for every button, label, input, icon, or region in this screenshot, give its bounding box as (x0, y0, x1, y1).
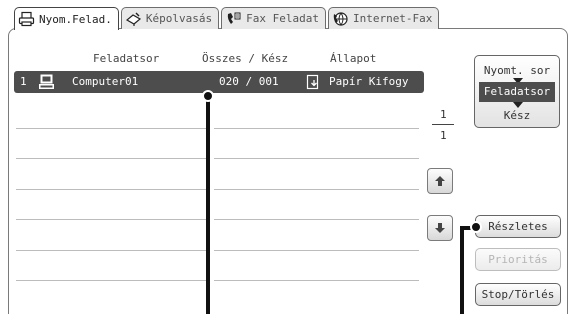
column-header-job-queue: Feladatsor (93, 52, 160, 65)
mode-job-queue-selected: Feladatsor (479, 82, 555, 102)
row-divider (16, 128, 206, 129)
job-index: 1 (20, 75, 27, 88)
computer-icon (38, 74, 56, 93)
tab-fax[interactable]: Fax Feladat (221, 7, 326, 29)
tab-label: Nyom.Felad. (39, 12, 112, 26)
page-total: 1 (440, 129, 447, 142)
scroll-up-button[interactable] (427, 168, 453, 194)
priority-button[interactable]: Prioritás (475, 248, 561, 271)
page-divider (432, 124, 454, 125)
detail-button[interactable]: Részletes (475, 215, 561, 238)
row-divider (16, 250, 206, 251)
row-divider (214, 158, 419, 159)
scroll-down-button[interactable] (427, 215, 453, 241)
scan-icon (125, 11, 142, 27)
tab-label: Képolvasás (145, 12, 213, 25)
row-divider (16, 189, 206, 190)
row-divider (214, 128, 419, 129)
paper-out-icon (306, 74, 322, 93)
job-name: Computer01 (72, 75, 139, 88)
down-triangle-icon (513, 102, 523, 108)
row-divider (16, 158, 206, 159)
fax-icon (225, 11, 242, 27)
row-divider (214, 189, 419, 190)
arrow-up-icon (434, 172, 446, 191)
mode-print-queue: Nyomt. sor (483, 64, 551, 77)
tab-scan[interactable]: Képolvasás (120, 7, 220, 29)
tab-internet-fax[interactable]: Internet-Fax (327, 7, 440, 29)
job-sets: 020 / 001 (219, 75, 279, 88)
row-divider (16, 280, 206, 281)
row-divider (16, 219, 206, 220)
row-divider (214, 219, 419, 220)
printer-icon (18, 11, 35, 27)
row-divider (214, 280, 419, 281)
callout-line-detail-vertical (460, 226, 464, 314)
column-header-set-done: Összes / Kész (202, 52, 289, 65)
arrow-down-icon (434, 219, 446, 238)
tab-print-job[interactable]: Nyom.Felad. (14, 7, 119, 30)
page-current: 1 (440, 108, 447, 121)
tab-label: Fax Feladat (246, 12, 319, 25)
callout-dot-detail (470, 221, 482, 233)
job-status: Papír Kifogy (329, 75, 409, 88)
callout-line-job-row (206, 97, 210, 314)
job-queue-mode-selector[interactable]: Nyomt. sor Feladatsor Kész (474, 55, 560, 128)
mode-complete: Kész (503, 109, 531, 122)
job-tabs: Nyom.Felad. Képolvasás Fax Feladat Inter… (14, 7, 441, 30)
column-header-status: Állapot (330, 52, 377, 65)
callout-dot-job-row (202, 90, 214, 102)
tab-label: Internet-Fax (352, 12, 433, 25)
job-row-selected[interactable]: 1 Computer01 020 / 001 Papír Kifogy (14, 71, 424, 93)
row-divider (214, 250, 419, 251)
internet-fax-icon (332, 11, 349, 27)
stop-delete-button[interactable]: Stop/Törlés (475, 283, 561, 306)
